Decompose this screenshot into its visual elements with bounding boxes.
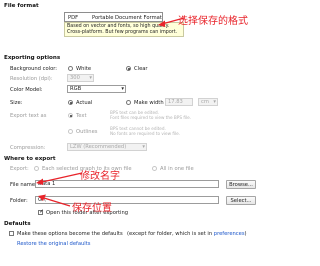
file-format-select[interactable]: PDF Portable Document Format	[64, 12, 163, 22]
export-text-label: Export text as	[10, 113, 47, 119]
folder-annotation: 保存位置	[72, 203, 112, 214]
chevron-down-icon: ▾	[121, 86, 124, 92]
color-model-label: Color Model:	[10, 87, 43, 93]
format-name: Portable Document Format	[92, 14, 162, 21]
make-default-checkbox[interactable]	[9, 231, 14, 236]
size-make-width-radio[interactable]	[126, 100, 131, 105]
outlines-radio	[68, 129, 73, 134]
background-white-radio[interactable]	[68, 66, 73, 71]
size-actual-radio[interactable]	[68, 100, 73, 105]
outlines-note-2: No fonts are required to view file.	[110, 131, 181, 136]
chevron-down-icon: ▾	[213, 99, 216, 105]
restore-defaults-link[interactable]: Restore the original defaults	[17, 241, 91, 247]
color-model-select[interactable]: RGB ▾	[67, 85, 126, 93]
where-to-export-heading: Where to export	[4, 156, 56, 162]
size-actual-label: Actual	[76, 99, 93, 106]
size-label: Size:	[10, 100, 23, 106]
format-code: PDF	[68, 14, 79, 21]
resolution-label: Resolution (dpi):	[10, 76, 53, 82]
chevron-down-icon: ▾	[142, 144, 145, 150]
width-unit-value: cm	[201, 99, 209, 105]
folder-label: Folder:	[10, 198, 28, 204]
make-default-label: Make these options become the defaults	[17, 230, 123, 237]
background-clear-label: Clear	[134, 65, 148, 72]
size-make-width-label: Make width	[134, 99, 164, 106]
text-option-label: Text	[76, 112, 87, 119]
format-annotation: 选择保存的格式	[178, 16, 248, 27]
browse-button[interactable]: Browse...	[226, 179, 256, 189]
background-color-label: Background color:	[10, 66, 58, 72]
select-folder-button[interactable]: Select...	[226, 195, 256, 205]
defaults-heading: Defaults	[4, 221, 31, 227]
outlines-option-label: Outlines	[76, 128, 98, 135]
color-model-value: RGB	[70, 86, 82, 92]
preferences-link[interactable]: preferences	[214, 231, 245, 237]
make-default-suffix: (except for folder, which is set in pref…	[127, 231, 247, 237]
compression-label: Compression:	[10, 145, 46, 151]
resolution-select: 300 ▾	[67, 74, 94, 82]
text-radio	[68, 113, 73, 118]
background-white-label: White	[76, 65, 92, 72]
resolution-value: 300	[70, 75, 80, 81]
close-paren: )	[244, 230, 247, 237]
file-format-heading: File format	[4, 3, 39, 9]
chevron-down-icon: ▾	[89, 75, 92, 81]
compression-select: LZW (Recommended) ▾	[67, 143, 147, 151]
export-label: Export:	[10, 166, 29, 172]
width-input[interactable]: 17.83	[165, 98, 193, 106]
compression-value: LZW (Recommended)	[70, 144, 127, 150]
width-unit-select[interactable]: cm ▾	[198, 98, 218, 106]
exporting-options-heading: Exporting options	[4, 55, 61, 61]
background-clear-radio[interactable]	[126, 66, 131, 71]
make-default-suffix-text: (except for folder, which is set in	[127, 230, 213, 237]
text-note-2: Font files required to view the BPS file…	[110, 115, 192, 120]
all-in-one-radio	[152, 166, 157, 171]
all-in-one-label: All in one file	[160, 165, 194, 172]
file-name-annotation: 修改名字	[80, 171, 120, 182]
